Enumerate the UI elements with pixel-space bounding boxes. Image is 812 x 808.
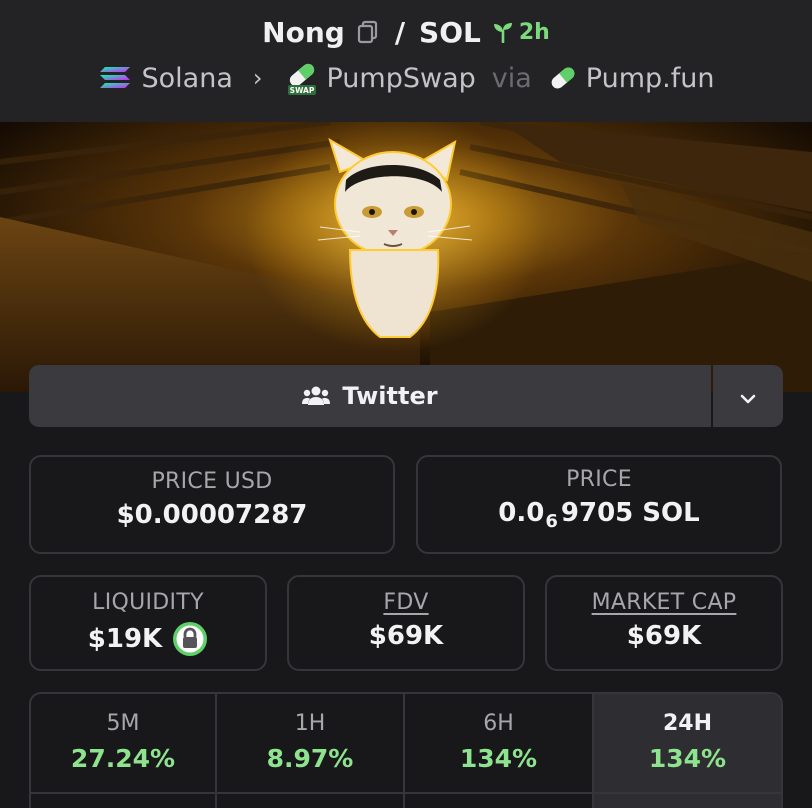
liquidity-box: LIQUIDITY $19K bbox=[29, 575, 267, 671]
lock-icon[interactable] bbox=[172, 621, 208, 657]
pair-header: Nong / SOL 2h Solana › SWAP PumpSwap via… bbox=[0, 0, 812, 122]
chevron-down-icon bbox=[739, 390, 757, 404]
pair-age: 2h bbox=[491, 20, 550, 45]
solana-icon bbox=[98, 65, 132, 91]
divider bbox=[31, 792, 781, 794]
price-usd-label: PRICE USD bbox=[151, 469, 273, 494]
launchpad-link[interactable]: Pump.fun bbox=[586, 63, 715, 94]
liquidity-value: $19K bbox=[87, 624, 163, 654]
pair-title: Nong / SOL 2h bbox=[0, 10, 812, 54]
price-usd-value: $0.00007287 bbox=[116, 500, 308, 530]
twitter-label: Twitter bbox=[342, 382, 438, 410]
price-native-suffix: 9705 SOL bbox=[560, 498, 700, 528]
price-usd-box: PRICE USD $0.00007287 bbox=[29, 455, 395, 554]
tab-change: 134% bbox=[648, 744, 727, 773]
token-symbol: Nong bbox=[262, 15, 345, 49]
token-banner-image bbox=[0, 122, 812, 392]
tab-5m[interactable]: 5M 27.24% bbox=[31, 694, 217, 808]
tab-1h[interactable]: 1H 8.97% bbox=[217, 694, 405, 808]
tab-label: 1H bbox=[294, 711, 326, 736]
via-label: via bbox=[491, 62, 532, 94]
market-cap-box: MARKET CAP $69K bbox=[545, 575, 783, 671]
pill-icon bbox=[548, 63, 578, 93]
tab-6h[interactable]: 6H 134% bbox=[405, 694, 594, 808]
price-native-value: 0.06 9705 SOL bbox=[418, 498, 780, 532]
tab-label: 5M bbox=[106, 711, 140, 736]
dex-link[interactable]: PumpSwap bbox=[327, 63, 476, 94]
more-links-button[interactable] bbox=[713, 365, 783, 427]
swap-badge-text: SWAP bbox=[289, 86, 314, 95]
chain-link[interactable]: Solana bbox=[142, 63, 233, 94]
pumpswap-icon: SWAP bbox=[285, 61, 319, 95]
tab-label: 6H bbox=[483, 711, 514, 736]
tab-change: 27.24% bbox=[70, 744, 176, 773]
price-native-prefix: 0.0 bbox=[498, 498, 545, 528]
tab-change: 8.97% bbox=[266, 744, 354, 773]
users-icon bbox=[302, 385, 331, 407]
quote-symbol: SOL bbox=[419, 15, 481, 49]
sprout-icon bbox=[491, 21, 515, 44]
fdv-label[interactable]: FDV bbox=[289, 590, 523, 615]
liquidity-value-row: $19K bbox=[31, 621, 265, 657]
twitter-button[interactable]: Twitter bbox=[29, 365, 711, 427]
pair-separator: / bbox=[394, 15, 406, 49]
fdv-value: $69K bbox=[368, 621, 444, 651]
price-native-box: PRICE 0.06 9705 SOL bbox=[416, 455, 782, 554]
copy-icon[interactable] bbox=[355, 19, 381, 45]
tab-24h[interactable]: 24H 134% bbox=[594, 694, 781, 808]
tab-label: 24H bbox=[662, 711, 713, 736]
tab-change: 134% bbox=[459, 744, 538, 773]
price-zero-count: 6 bbox=[545, 511, 558, 532]
pair-route: Solana › SWAP PumpSwap via Pump.fun bbox=[0, 57, 812, 99]
social-links: Twitter bbox=[29, 365, 783, 427]
liquidity-label: LIQUIDITY bbox=[92, 590, 204, 615]
fdv-box: FDV $69K bbox=[287, 575, 525, 671]
token-screen: Nong / SOL 2h Solana › SWAP PumpSwap via… bbox=[0, 0, 812, 808]
market-cap-value: $69K bbox=[626, 621, 702, 651]
chevron-right-icon: › bbox=[252, 64, 263, 92]
timeframe-tabs: 5M 27.24% 1H 8.97% 6H 134% 24H 134% bbox=[29, 692, 783, 808]
price-native-label: PRICE bbox=[566, 467, 632, 492]
pair-age-value: 2h bbox=[518, 19, 550, 45]
market-cap-label[interactable]: MARKET CAP bbox=[547, 590, 781, 615]
